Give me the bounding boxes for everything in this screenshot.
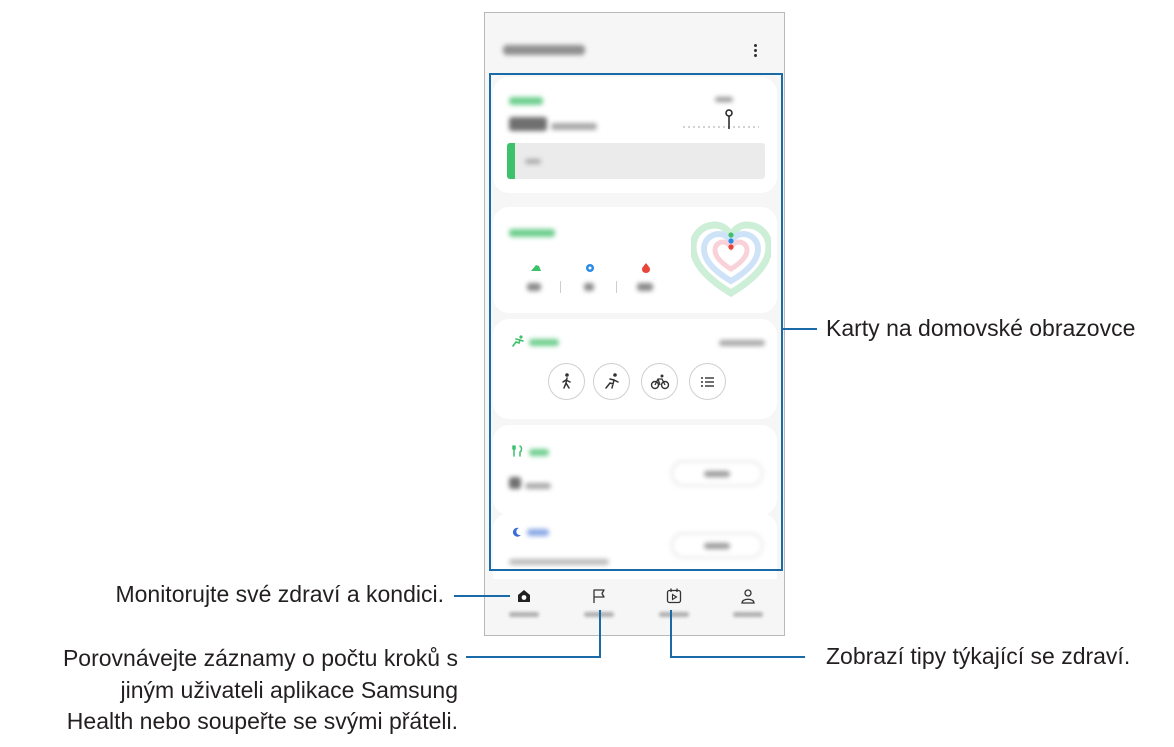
running-button[interactable] [593, 363, 630, 400]
tips-callout-line-h [670, 656, 805, 658]
together-callout-line-2: jiným uživateli aplikace Samsung [120, 677, 459, 703]
play-calendar-icon [666, 588, 682, 604]
steps-card[interactable] [493, 77, 777, 193]
cycling-icon [650, 374, 670, 390]
exercise-title [529, 339, 559, 346]
activity-heart-chart [691, 221, 771, 298]
active-time-value [584, 283, 594, 291]
moon-icon [512, 527, 521, 537]
bottom-navigation [485, 579, 784, 635]
steps-target-label [715, 97, 733, 102]
record-food-button[interactable] [671, 461, 763, 486]
shoe-icon [531, 265, 541, 271]
daily-activity-title [509, 229, 555, 237]
more-vertical-icon [753, 43, 757, 47]
daily-activity-card[interactable] [493, 207, 777, 313]
flame-icon [642, 263, 650, 273]
clock-icon [586, 264, 594, 272]
steps-progress-track [507, 143, 765, 179]
food-calories-unit [525, 483, 551, 489]
exercise-link[interactable] [719, 340, 765, 346]
together-callout-line-h [466, 656, 601, 658]
record-sleep-button[interactable] [671, 533, 763, 558]
sleep-question [509, 559, 609, 565]
steps-value [527, 283, 541, 291]
walking-button[interactable] [548, 363, 585, 400]
home-callout-text: Monitorujte své zdraví a kondici. [115, 581, 444, 607]
cards-callout-line [783, 328, 817, 330]
walking-icon [562, 373, 571, 389]
calories-value [637, 283, 653, 291]
nav-my-page-label [733, 612, 763, 617]
home-icon [518, 590, 530, 602]
nav-home-label [509, 612, 539, 617]
app-title [503, 45, 585, 55]
running-icon [512, 335, 524, 347]
list-icon [701, 377, 714, 387]
sleep-title [527, 529, 549, 536]
food-calories [509, 477, 521, 489]
tips-callout-line-v [670, 610, 672, 658]
together-callout-line-1: Porovnávejte záznamy o počtu kroků s [62, 645, 458, 671]
activity-divider [560, 281, 561, 293]
cards-callout-text: Karty na domovské obrazovce [826, 315, 1136, 341]
together-callout-line-v [599, 610, 601, 658]
exercise-card[interactable] [493, 319, 777, 419]
sleep-card[interactable] [493, 513, 777, 579]
nav-discover-label [659, 612, 689, 617]
more-options-button[interactable] [747, 39, 763, 61]
nav-home[interactable] [489, 579, 559, 635]
cycling-button[interactable] [641, 363, 678, 400]
nav-my-page[interactable] [713, 579, 783, 635]
fork-knife-icon [512, 445, 523, 457]
steps-card-title [509, 97, 543, 105]
flag-icon [593, 589, 605, 603]
running-icon [605, 373, 619, 389]
steps-progress-fill [507, 143, 515, 179]
activity-divider [616, 281, 617, 293]
steps-count [509, 117, 547, 131]
tips-callout-text: Zobrazí tipy týkající se zdraví. [826, 643, 1131, 669]
food-card[interactable] [493, 425, 777, 515]
together-callout-line-3: Health nebo soupeřte se svými přáteli. [66, 708, 458, 734]
nav-discover[interactable] [639, 579, 709, 635]
steps-goal [551, 123, 597, 130]
steps-target-graph [683, 109, 759, 129]
steps-progress-label [525, 159, 541, 164]
more-exercises-button[interactable] [689, 363, 726, 400]
person-icon [741, 589, 755, 604]
food-title [529, 449, 549, 456]
home-callout-line [454, 595, 510, 597]
phone-screen [484, 12, 785, 636]
